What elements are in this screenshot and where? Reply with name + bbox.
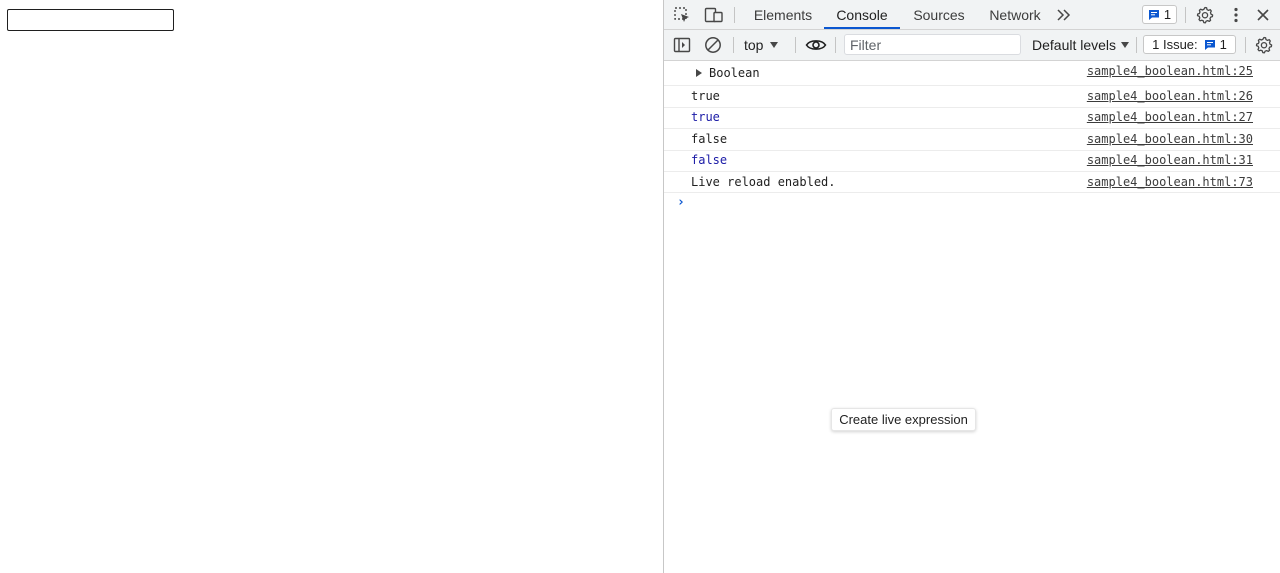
console-message-source-link[interactable]: sample4_boolean.html:25	[1087, 64, 1253, 78]
messages-count: 1	[1163, 7, 1172, 22]
log-levels-label: Default levels	[1032, 37, 1117, 53]
device-toolbar-icon[interactable]	[704, 6, 724, 24]
console-message-source-link[interactable]: sample4_boolean.html:31	[1087, 153, 1253, 167]
console-message-row: true sample4_boolean.html:27	[664, 108, 1280, 129]
console-message-text: Live reload enabled.	[691, 175, 836, 189]
tab-network[interactable]: Network	[986, 0, 1044, 30]
console-prompt-chevron-icon[interactable]: ›	[677, 195, 685, 210]
log-levels-dropdown[interactable]: Default levels	[1032, 36, 1130, 54]
tab-elements[interactable]: Elements	[750, 0, 816, 30]
web-page	[0, 0, 663, 573]
expand-triangle-icon[interactable]	[696, 69, 702, 77]
page-text-input[interactable]	[7, 9, 174, 31]
console-output: Boolean sample4_boolean.html:25 true sam…	[664, 61, 1280, 573]
console-message-text: false	[691, 153, 728, 167]
issues-count: 1	[1219, 37, 1227, 52]
issues-button[interactable]: 1 Issue: 1	[1143, 35, 1236, 54]
close-icon[interactable]	[1253, 5, 1273, 25]
toolbar-divider	[734, 7, 735, 23]
toolbar-divider	[1245, 37, 1246, 53]
toolbar-divider	[733, 37, 734, 53]
more-tabs-chevron-icon[interactable]	[1054, 6, 1074, 24]
console-message-text: true	[691, 110, 720, 124]
console-message-row: true sample4_boolean.html:26	[664, 86, 1280, 108]
console-message-source-link[interactable]: sample4_boolean.html:26	[1087, 89, 1253, 103]
show-sidebar-icon[interactable]	[672, 35, 692, 55]
console-settings-gear-icon[interactable]	[1254, 35, 1274, 55]
chevron-down-icon	[1121, 42, 1130, 48]
messages-badge[interactable]: 1	[1142, 5, 1177, 24]
console-message-source-link[interactable]: sample4_boolean.html:73	[1087, 175, 1253, 189]
console-message-text: true	[691, 89, 720, 103]
console-message-text: Boolean	[709, 66, 760, 80]
toolbar-divider	[1136, 37, 1137, 53]
console-toolbar: top Default levels 1 Issue:	[664, 30, 1280, 61]
context-selector[interactable]: top	[744, 36, 779, 54]
tab-sources[interactable]: Sources	[909, 0, 969, 30]
active-tab-indicator	[824, 27, 900, 29]
chevron-down-icon	[770, 42, 779, 48]
devtools-panel: Elements Console Sources Network 1 top F…	[663, 0, 1280, 573]
more-options-vertical-icon[interactable]	[1226, 5, 1246, 25]
console-message-source-link[interactable]: sample4_boolean.html:27	[1087, 110, 1253, 124]
devtools-main-toolbar: Elements Console Sources Network 1	[664, 0, 1280, 30]
filter-input[interactable]	[844, 34, 1021, 55]
create-live-expression-button[interactable]: Create live expression	[831, 408, 976, 431]
toolbar-divider	[1185, 7, 1186, 23]
tab-console[interactable]: Console	[827, 0, 897, 30]
console-message-text: false	[691, 132, 728, 146]
console-message-source-link[interactable]: sample4_boolean.html:30	[1087, 132, 1253, 146]
console-message-row: Live reload enabled. sample4_boolean.htm…	[664, 172, 1280, 193]
inspect-element-icon[interactable]	[672, 6, 692, 24]
issue-message-icon	[1204, 39, 1216, 51]
toolbar-divider	[835, 37, 836, 53]
console-message-row[interactable]: Boolean sample4_boolean.html:25	[664, 61, 1280, 86]
settings-gear-icon[interactable]	[1195, 5, 1215, 25]
live-expression-eye-icon[interactable]	[804, 35, 828, 55]
clear-console-icon[interactable]	[703, 35, 723, 55]
console-message-row: false sample4_boolean.html:31	[664, 151, 1280, 172]
message-icon	[1148, 9, 1160, 21]
issues-label: 1 Issue:	[1152, 37, 1198, 52]
context-selector-label: top	[744, 37, 764, 53]
toolbar-divider	[795, 37, 796, 53]
console-message-row: false sample4_boolean.html:30	[664, 129, 1280, 151]
